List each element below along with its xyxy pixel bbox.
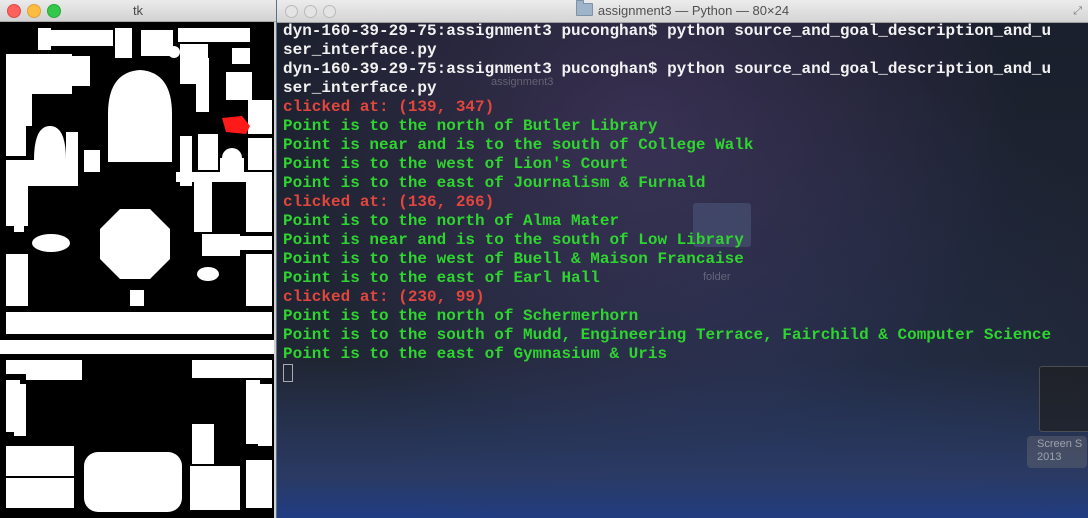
map-building xyxy=(14,182,24,232)
point-description-line: Point is to the east of Gymnasium & Uris xyxy=(283,345,668,363)
terminal-prompt-line: dyn-160-39-29-75:assignment3 puconghan$ … xyxy=(283,60,1052,78)
map-building xyxy=(240,236,272,250)
map-path xyxy=(0,340,274,354)
point-description-line: Point is to the west of Lion's Court xyxy=(283,155,629,173)
map-building xyxy=(84,150,100,172)
map-building xyxy=(197,267,219,281)
map-building xyxy=(32,54,72,94)
map-building xyxy=(72,56,90,86)
map-building xyxy=(232,48,250,64)
map-building xyxy=(6,312,272,334)
point-description-line: Point is to the east of Earl Hall xyxy=(283,269,600,287)
point-description-line: Point is to the north of Alma Mater xyxy=(283,212,620,230)
point-description-line: Point is to the south of Mudd, Engineeri… xyxy=(283,326,1052,344)
terminal-prompt-line: ser_interface.py xyxy=(283,41,437,59)
map-building xyxy=(194,182,212,232)
map-building xyxy=(130,290,144,306)
map-building xyxy=(32,234,70,252)
map-building xyxy=(14,384,26,436)
map-building xyxy=(248,138,272,170)
map-building xyxy=(38,28,51,50)
map-building xyxy=(176,172,272,182)
point-description-line: Point is to the north of Schermerhorn xyxy=(283,307,639,325)
point-description-line: Point is near and is to the south of Col… xyxy=(283,136,754,154)
map-building xyxy=(258,384,272,446)
map-building xyxy=(178,28,250,42)
map-building xyxy=(248,100,272,134)
map-building xyxy=(192,424,214,464)
fullscreen-icon[interactable]: ⤢ xyxy=(1073,5,1082,18)
map-building xyxy=(190,466,240,510)
map-building xyxy=(196,58,209,112)
folder-icon xyxy=(575,0,593,16)
map-building xyxy=(6,104,32,124)
terminal-prompt-line: ser_interface.py xyxy=(283,79,437,97)
map-building xyxy=(246,182,272,232)
map-building xyxy=(100,209,170,279)
clicked-at-line: clicked at: (230, 99) xyxy=(283,288,485,306)
map-building xyxy=(51,30,113,46)
point-description-line: Point is to the west of Buell & Maison F… xyxy=(283,250,744,268)
map-building xyxy=(14,254,26,302)
map-building xyxy=(84,452,182,512)
point-description-line: Point is to the east of Journalism & Fur… xyxy=(283,174,706,192)
point-description-line: Point is to the north of Butler Library xyxy=(283,117,658,135)
point-description-line: Point is near and is to the south of Low… xyxy=(283,231,744,249)
map-building xyxy=(66,132,78,160)
map-building xyxy=(115,28,132,58)
terminal-output[interactable]: dyn-160-39-29-75:assignment3 puconghan$ … xyxy=(283,22,1088,518)
campus-map-svg[interactable] xyxy=(0,22,274,518)
map-building xyxy=(246,380,260,444)
terminal-window: assignment3 folder Screen S 2013 assignm… xyxy=(277,0,1088,518)
map-building xyxy=(246,460,272,508)
map-building xyxy=(26,360,82,380)
tk-titlebar[interactable]: tk xyxy=(0,0,276,22)
map-building xyxy=(202,234,240,256)
map-building xyxy=(192,360,272,378)
map-building xyxy=(108,70,172,162)
terminal-title-text: assignment3 — Python — 80×24 xyxy=(597,3,790,18)
map-building xyxy=(246,254,272,306)
terminal-input-line[interactable] xyxy=(283,364,1088,383)
tk-window: tk xyxy=(0,0,276,518)
map-building xyxy=(6,126,26,156)
terminal-prompt-line: dyn-160-39-29-75:assignment3 puconghan$ … xyxy=(283,22,1052,40)
terminal-titlebar[interactable]: assignment3 — Python — 80×24 ⤢ xyxy=(277,0,1088,23)
text-cursor xyxy=(283,364,293,382)
terminal-title: assignment3 — Python — 80×24 xyxy=(277,0,1088,18)
tk-window-title: tk xyxy=(132,3,144,18)
clicked-at-line: clicked at: (136, 266) xyxy=(283,193,495,211)
map-building xyxy=(168,46,180,58)
clicked-at-line: clicked at: (139, 347) xyxy=(283,98,495,116)
map-building xyxy=(226,72,252,100)
map-building xyxy=(198,134,218,170)
map-building xyxy=(6,360,26,374)
campus-map-canvas[interactable] xyxy=(0,22,276,518)
